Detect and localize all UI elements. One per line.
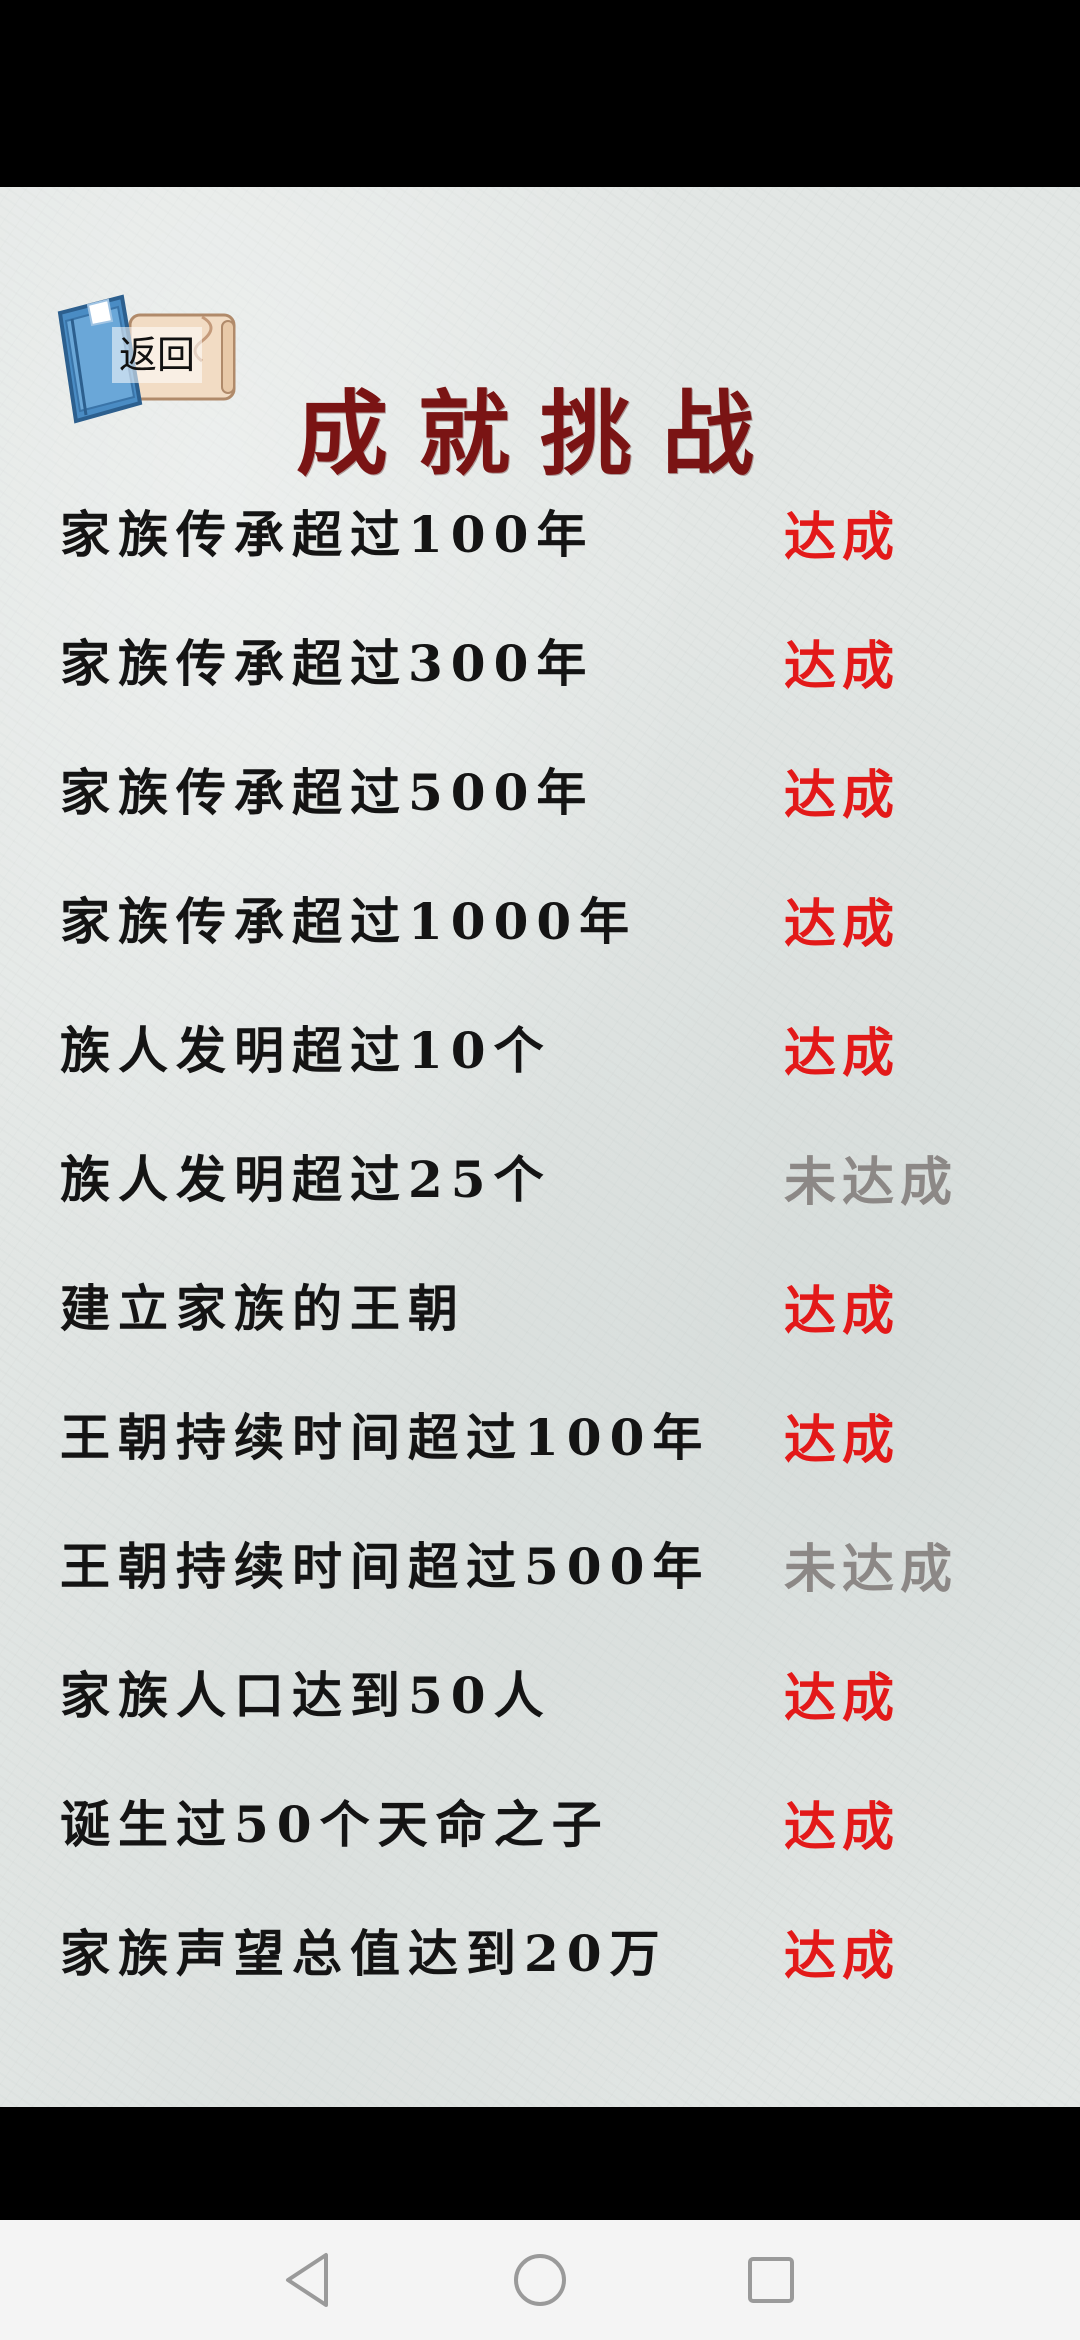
achievement-name: 建立家族的王朝 bbox=[60, 1279, 466, 1338]
achievement-status: 达成 bbox=[784, 507, 901, 568]
achievement-row: 王朝持续时间超过500年 未达成 bbox=[0, 1509, 1080, 1600]
achievement-name: 家族传承超过1000年 bbox=[60, 892, 638, 951]
status-bar bbox=[0, 0, 1080, 187]
achievement-row: 族人发明超过10个 达成 bbox=[0, 993, 1080, 1084]
achievement-status: 达成 bbox=[784, 1023, 901, 1084]
achievement-name: 家族传承超过100年 bbox=[60, 505, 595, 564]
achievement-row: 建立家族的王朝 达成 bbox=[0, 1251, 1080, 1342]
achievement-name: 王朝持续时间超过500年 bbox=[60, 1537, 711, 1596]
achievement-status: 未达成 bbox=[784, 1539, 959, 1600]
bottom-letterbox bbox=[0, 2107, 1080, 2220]
achievement-name: 王朝持续时间超过100年 bbox=[60, 1408, 711, 1467]
achievement-name: 族人发明超过25个 bbox=[60, 1150, 552, 1209]
page-title: 成就挑战 bbox=[295, 380, 784, 488]
achievement-status: 未达成 bbox=[784, 1152, 959, 1213]
nav-home-button[interactable] bbox=[507, 2247, 573, 2313]
achievement-status: 达成 bbox=[784, 765, 901, 826]
achievement-name: 诞生过50个天命之子 bbox=[60, 1795, 610, 1854]
achievement-row: 诞生过50个天命之子 达成 bbox=[0, 1767, 1080, 1858]
achievement-status: 达成 bbox=[784, 1668, 901, 1729]
circle-home-icon bbox=[514, 2254, 566, 2306]
achievement-name: 家族传承超过300年 bbox=[60, 634, 595, 693]
nav-back-button[interactable] bbox=[276, 2247, 342, 2313]
achievement-name: 家族声望总值达到20万 bbox=[60, 1924, 668, 1983]
achievement-name: 族人发明超过10个 bbox=[60, 1021, 552, 1080]
achievements-screen: 返回 成就挑战 家族传承超过100年 达成 家族传承超过300年 达成 家族传承… bbox=[0, 187, 1080, 2107]
achievement-row: 家族传承超过1000年 达成 bbox=[0, 864, 1080, 955]
achievement-row: 家族人口达到50人 达成 bbox=[0, 1638, 1080, 1729]
achievement-row: 家族传承超过500年 达成 bbox=[0, 735, 1080, 826]
achievement-row: 家族声望总值达到20万 达成 bbox=[0, 1896, 1080, 1987]
achievement-status: 达成 bbox=[784, 1797, 901, 1858]
achievement-row: 家族传承超过100年 达成 bbox=[0, 477, 1080, 568]
achievement-status: 达成 bbox=[784, 636, 901, 697]
achievement-row: 族人发明超过25个 未达成 bbox=[0, 1122, 1080, 1213]
square-recents-icon bbox=[748, 2257, 794, 2303]
achievement-status: 达成 bbox=[784, 1410, 901, 1471]
achievement-status: 达成 bbox=[784, 894, 901, 955]
system-navigation-bar bbox=[0, 2220, 1080, 2340]
achievement-row: 家族传承超过300年 达成 bbox=[0, 606, 1080, 697]
achievement-name: 家族传承超过500年 bbox=[60, 763, 595, 822]
achievement-status: 达成 bbox=[784, 1926, 901, 1987]
achievement-status: 达成 bbox=[784, 1281, 901, 1342]
achievement-row: 王朝持续时间超过100年 达成 bbox=[0, 1380, 1080, 1471]
nav-recents-button[interactable] bbox=[738, 2247, 804, 2313]
triangle-back-icon bbox=[286, 2253, 328, 2307]
achievement-name: 家族人口达到50人 bbox=[60, 1666, 552, 1725]
